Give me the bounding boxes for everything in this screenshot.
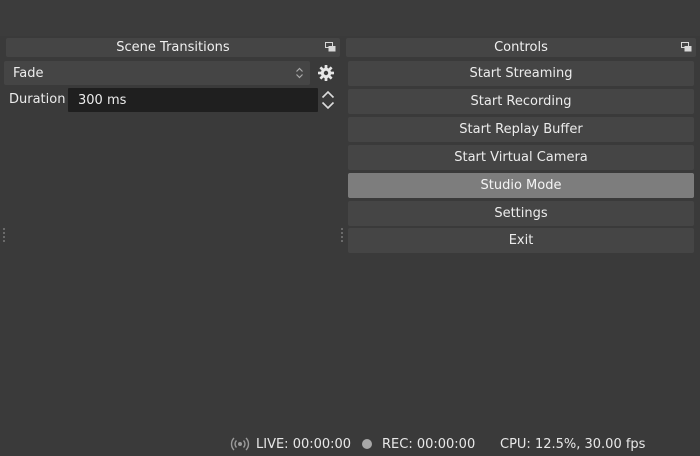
scene-transitions-title-bar[interactable]: Scene Transitions bbox=[6, 38, 340, 57]
record-dot-icon bbox=[362, 439, 372, 449]
top-strip bbox=[0, 0, 700, 36]
controls-title: Controls bbox=[494, 40, 548, 55]
duration-row: Duration 300 ms bbox=[4, 88, 336, 112]
rec-status: REC: 00:00:00 bbox=[382, 436, 476, 452]
exit-button[interactable]: Exit bbox=[348, 228, 694, 253]
scene-transitions-title: Scene Transitions bbox=[116, 40, 230, 55]
scene-transitions-dock: Scene Transitions bbox=[6, 38, 340, 57]
settings-button[interactable]: Settings bbox=[348, 201, 694, 226]
dock-splitter-handle[interactable] bbox=[341, 228, 343, 242]
controls-title-bar[interactable]: Controls bbox=[346, 38, 696, 57]
start-replay-buffer-button[interactable]: Start Replay Buffer bbox=[348, 117, 694, 142]
updown-icon bbox=[295, 66, 304, 80]
gear-icon[interactable] bbox=[317, 64, 335, 82]
studio-mode-button[interactable]: Studio Mode bbox=[348, 173, 694, 198]
cpu-status: CPU: 12.5%, 30.00 fps bbox=[500, 436, 646, 452]
duration-value: 300 ms bbox=[78, 92, 127, 108]
transition-select[interactable]: Fade bbox=[4, 61, 310, 85]
start-recording-button[interactable]: Start Recording bbox=[348, 89, 694, 114]
duration-label: Duration bbox=[9, 92, 66, 107]
live-status: LIVE: 00:00:00 bbox=[256, 436, 352, 452]
controls-dock: Controls bbox=[346, 38, 696, 57]
broadcast-icon bbox=[230, 437, 250, 451]
transition-row: Fade bbox=[4, 61, 334, 85]
start-virtual-camera-button[interactable]: Start Virtual Camera bbox=[348, 145, 694, 170]
transition-select-value: Fade bbox=[13, 65, 44, 81]
left-splitter-handle[interactable] bbox=[3, 228, 5, 242]
duration-input[interactable]: 300 ms bbox=[68, 88, 318, 112]
spinbox-icon[interactable] bbox=[320, 88, 336, 112]
float-dock-icon[interactable] bbox=[325, 42, 336, 52]
float-dock-icon[interactable] bbox=[681, 42, 692, 52]
start-streaming-button[interactable]: Start Streaming bbox=[348, 61, 694, 86]
